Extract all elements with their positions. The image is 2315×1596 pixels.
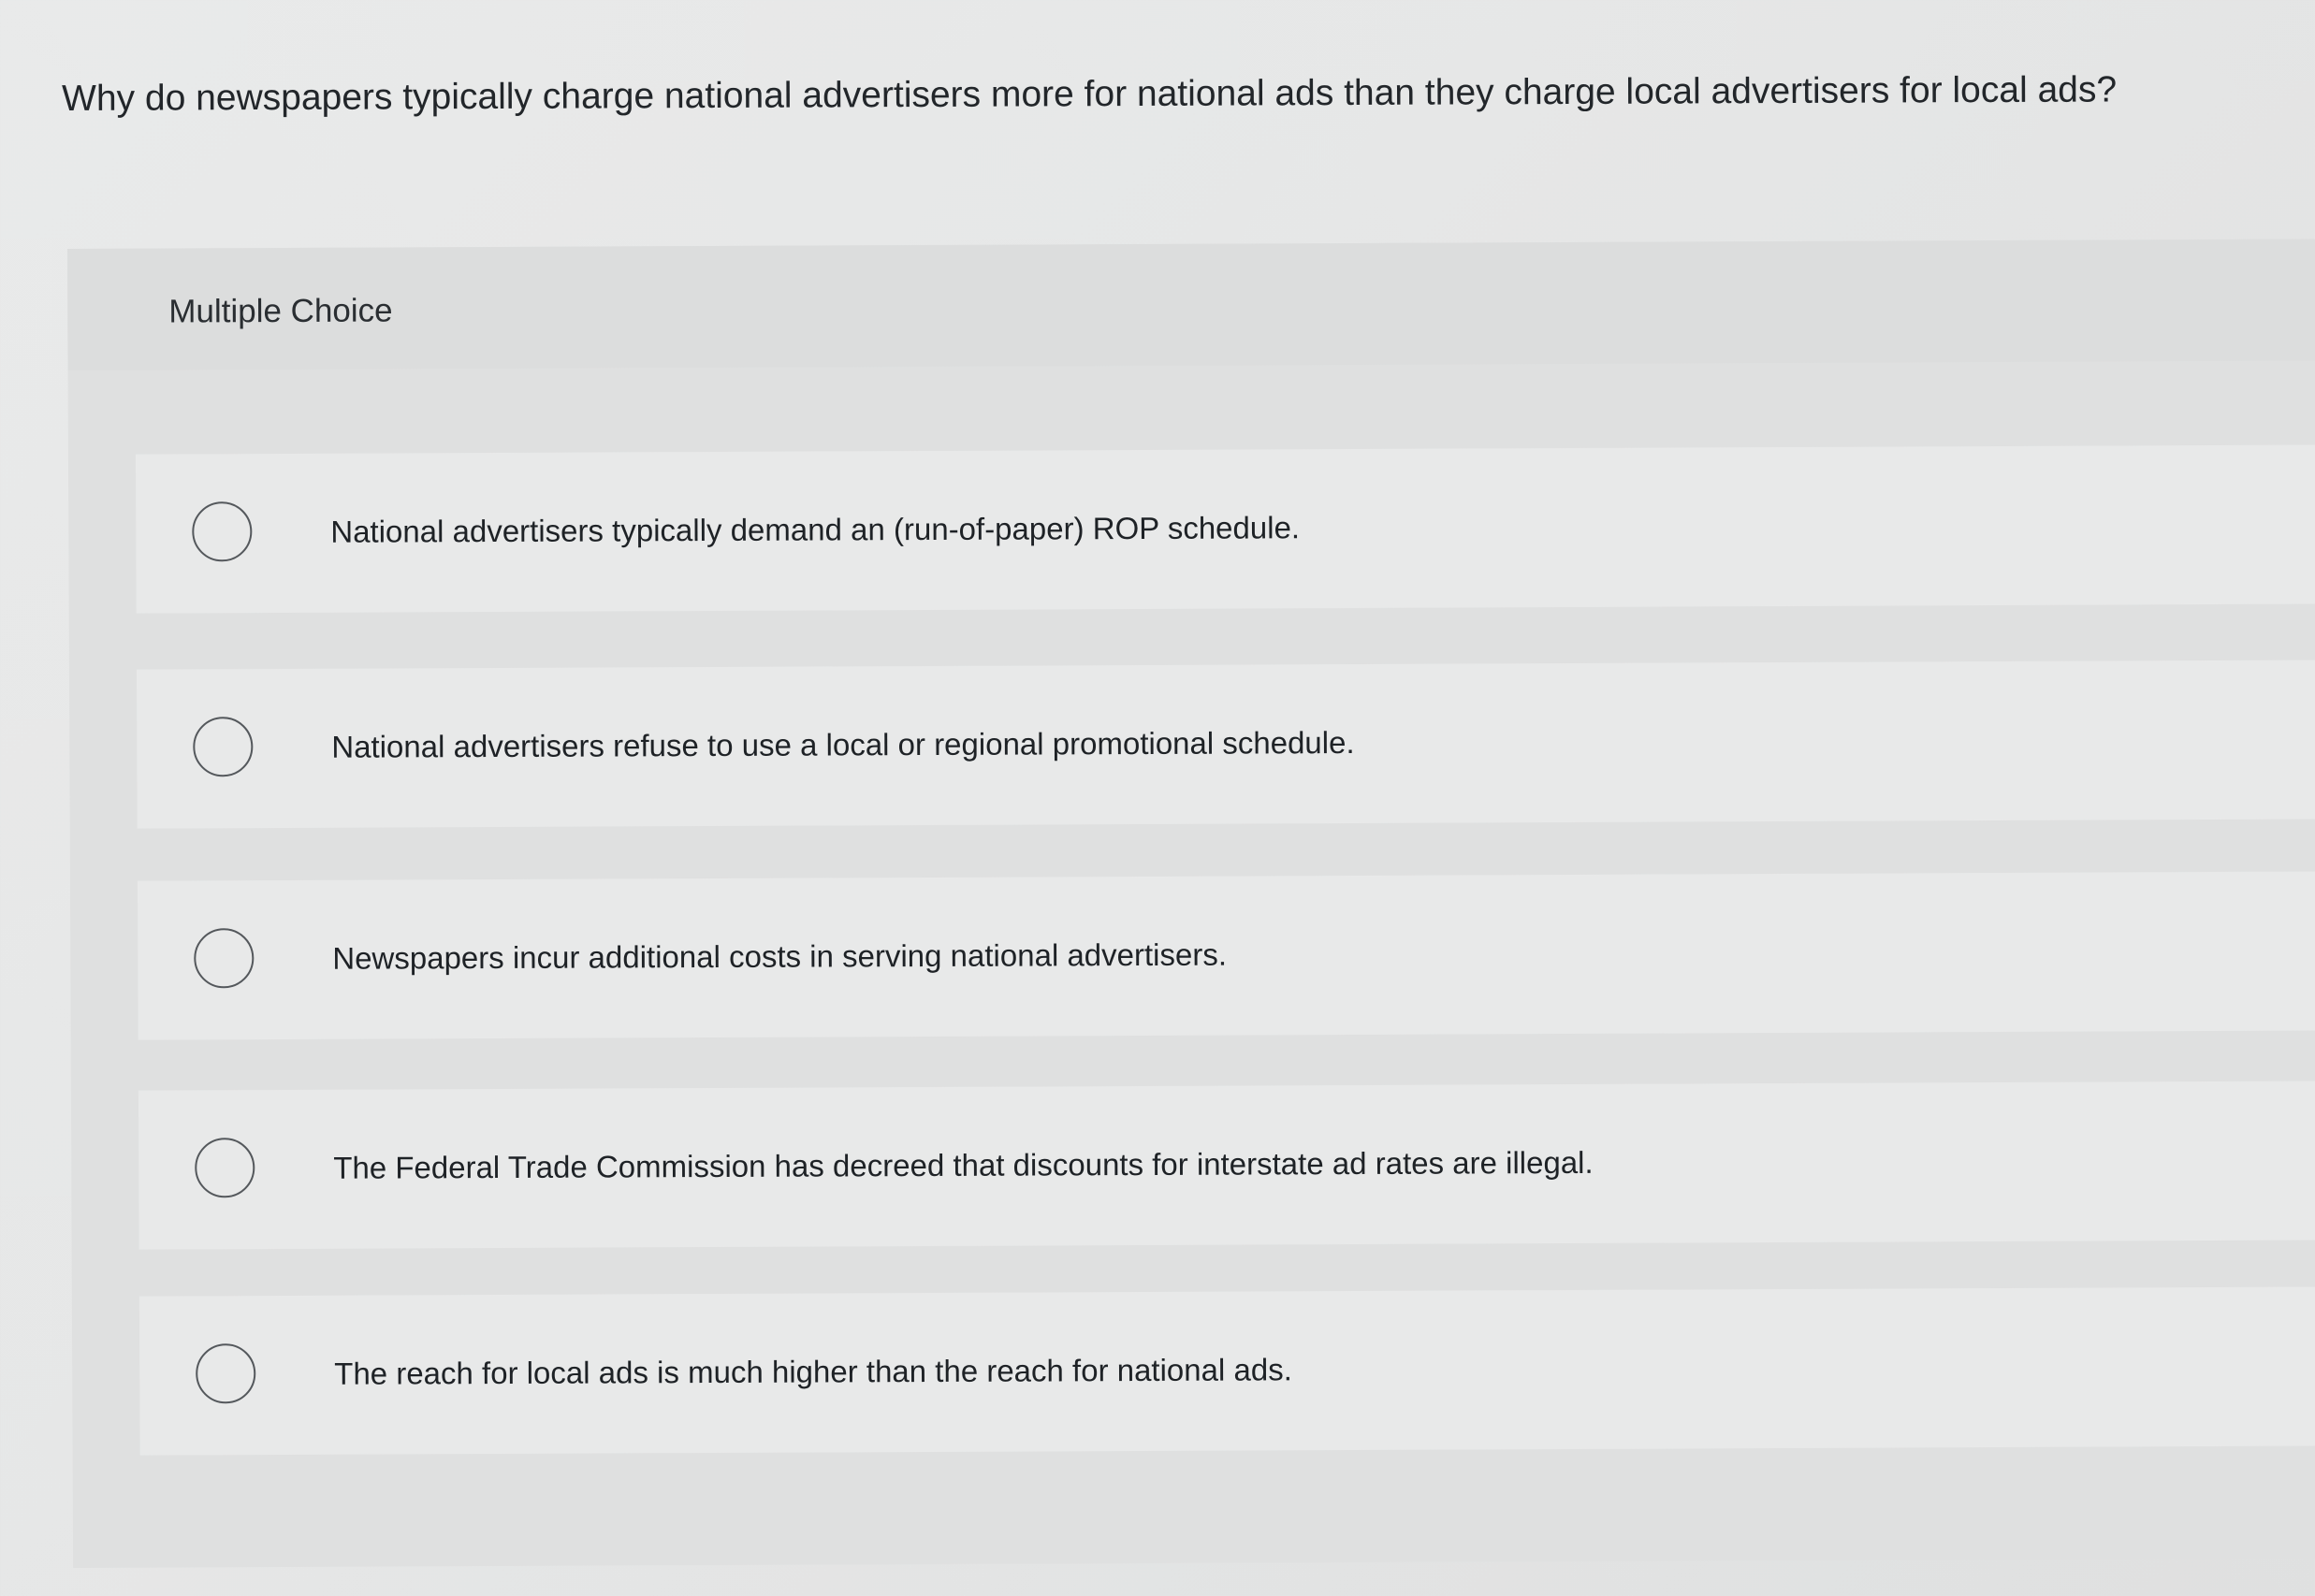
answer-option-label: The Federal Trade Commission has decreed…: [333, 1144, 1594, 1185]
answer-option-1[interactable]: National advertisers typically demand an…: [135, 444, 2315, 614]
question-text: Why do newspapers typically charge natio…: [62, 69, 2118, 119]
answer-option-2[interactable]: National advertisers refuse to use a loc…: [136, 660, 2315, 829]
answer-option-5[interactable]: The reach for local ads is much higher t…: [138, 1286, 2315, 1456]
answer-option-label: The reach for local ads is much higher t…: [334, 1352, 1292, 1391]
question-type-label: Multiple Choice: [168, 292, 393, 330]
answer-option-4[interactable]: The Federal Trade Commission has decreed…: [138, 1081, 2315, 1250]
radio-button-4[interactable]: [195, 1138, 255, 1198]
answer-option-label: Newspapers incur additional costs in ser…: [332, 936, 1228, 976]
radio-button-3[interactable]: [194, 928, 255, 989]
answer-option-3[interactable]: Newspapers incur additional costs in ser…: [137, 871, 2315, 1040]
answer-option-label: National advertisers refuse to use a loc…: [331, 725, 1355, 764]
radio-button-5[interactable]: [196, 1343, 256, 1404]
answer-panel: Multiple Choice National advertisers typ…: [67, 239, 2315, 1568]
radio-button-2[interactable]: [193, 717, 254, 777]
panel-header: Multiple Choice: [67, 239, 2315, 370]
answer-option-label: National advertisers typically demand an…: [330, 510, 1301, 549]
radio-button-1[interactable]: [192, 501, 253, 562]
